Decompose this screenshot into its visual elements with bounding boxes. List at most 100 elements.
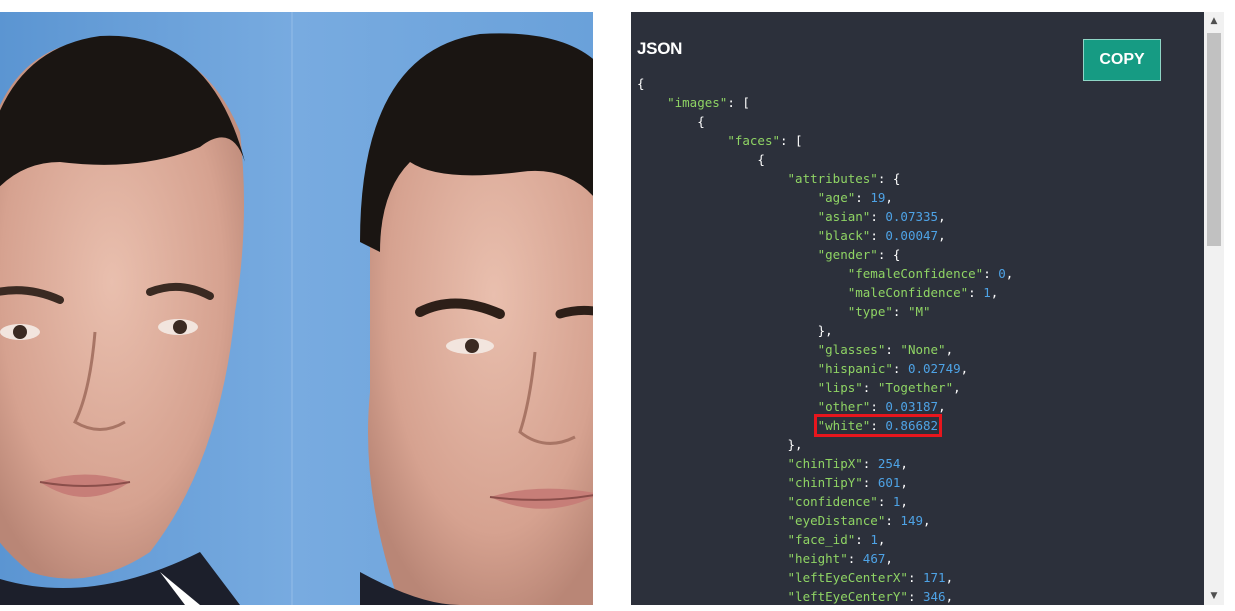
json-key: "chinTipX": [787, 456, 863, 471]
json-punctuation: {: [637, 76, 645, 91]
highlighted-white-value: "white": 0.86682: [813, 414, 943, 437]
json-punctuation: :: [870, 418, 886, 433]
json-key: "hispanic": [817, 361, 893, 376]
json-code-line: "images": [: [637, 93, 1013, 112]
json-code-line: "eyeDistance": 149,: [637, 511, 1013, 530]
json-key: "age": [817, 190, 856, 205]
json-value: 0: [998, 266, 1006, 281]
json-value: 149: [900, 513, 923, 528]
json-code-line: "maleConfidence": 1,: [637, 283, 1013, 302]
json-code-line: "black": 0.00047,: [637, 226, 1013, 245]
json-code-line: {: [637, 74, 1013, 93]
json-punctuation: : {: [877, 247, 901, 262]
json-punctuation: :: [870, 228, 886, 243]
copy-button[interactable]: COPY: [1083, 39, 1161, 81]
json-key: "leftEyeCenterY": [787, 589, 908, 604]
json-punctuation: :: [862, 380, 878, 395]
json-punctuation: :: [877, 494, 893, 509]
json-value: 254: [877, 456, 901, 471]
json-punctuation: : [: [780, 133, 803, 148]
scroll-thumb[interactable]: [1207, 33, 1221, 246]
json-punctuation: ,: [885, 551, 893, 566]
json-key: "gender": [817, 247, 878, 262]
json-key: "eyeDistance": [787, 513, 886, 528]
json-value: 601: [877, 475, 901, 490]
json-punctuation: ,: [945, 589, 954, 604]
json-punctuation: ,: [990, 285, 999, 300]
face-photo: [0, 12, 593, 605]
json-viewer-panel: JSON COPY { "images": [ { "faces": [ { "…: [631, 12, 1204, 605]
json-code-line: "chinTipX": 254,: [637, 454, 1013, 473]
json-value: 0.02749: [907, 361, 961, 376]
right-face: [360, 33, 593, 605]
json-code-line: },: [637, 435, 1013, 454]
json-punctuation: ,: [1005, 266, 1014, 281]
json-punctuation: :: [862, 475, 878, 490]
json-punctuation: {: [697, 114, 705, 129]
json-code-line: {: [637, 150, 1013, 169]
json-punctuation: :: [855, 532, 871, 547]
json-code-line: "chinTipY": 601,: [637, 473, 1013, 492]
json-code-line: "glasses": "None",: [637, 340, 1013, 359]
scroll-up-arrow-icon[interactable]: ▲: [1204, 12, 1224, 30]
json-punctuation: ,: [938, 399, 946, 414]
json-code-line: "faces": [: [637, 131, 1013, 150]
json-code-line: "confidence": 1,: [637, 492, 1013, 511]
scroll-down-arrow-icon[interactable]: ▼: [1204, 587, 1224, 605]
json-value: 0.03187: [885, 399, 939, 414]
json-value: 171: [923, 570, 946, 585]
json-punctuation: },: [817, 323, 833, 338]
json-punctuation: ,: [877, 532, 886, 547]
json-code-line: "height": 467,: [637, 549, 1013, 568]
json-key: "white": [817, 418, 871, 433]
json-punctuation: {: [757, 152, 765, 167]
json-punctuation: :: [847, 551, 863, 566]
json-punctuation: :: [892, 361, 908, 376]
json-punctuation: :: [855, 190, 871, 205]
json-punctuation: :: [907, 570, 923, 585]
json-value: "M": [907, 304, 931, 319]
json-punctuation: :: [885, 513, 901, 528]
json-punctuation: :: [968, 285, 984, 300]
json-punctuation: ,: [923, 513, 931, 528]
json-key: "height": [787, 551, 848, 566]
json-punctuation: : [: [727, 95, 750, 110]
json-punctuation: :: [983, 266, 999, 281]
json-punctuation: ,: [945, 342, 954, 357]
json-key: "black": [817, 228, 871, 243]
json-code-block: { "images": [ { "faces": [ { "attributes…: [637, 74, 1013, 605]
json-key: "asian": [817, 209, 871, 224]
json-value: "Together": [877, 380, 954, 395]
json-code-line: {: [637, 112, 1013, 131]
json-value: 1: [870, 532, 878, 547]
json-code-line: "hispanic": 0.02749,: [637, 359, 1013, 378]
json-punctuation: ,: [885, 190, 893, 205]
json-code-line: "leftEyeCenterX": 171,: [637, 568, 1013, 587]
json-value: 1: [983, 285, 991, 300]
json-punctuation: :: [907, 589, 923, 604]
vertical-scrollbar[interactable]: ▲ ▼: [1204, 12, 1224, 605]
json-punctuation: ,: [900, 494, 908, 509]
json-code-line: "femaleConfidence": 0,: [637, 264, 1014, 283]
json-key: "face_id": [787, 532, 856, 547]
json-code-line: "other": 0.03187,: [637, 397, 1013, 416]
json-punctuation: :: [870, 399, 886, 414]
json-key: "images": [667, 95, 728, 110]
json-key: "confidence": [787, 494, 878, 509]
json-code-line: "lips": "Together",: [637, 378, 1013, 397]
json-key: "leftEyeCenterX": [787, 570, 908, 585]
json-value: "None": [900, 342, 946, 357]
json-punctuation: ,: [960, 361, 969, 376]
json-value: 0.86682: [885, 418, 939, 433]
json-code-line: "age": 19,: [637, 188, 1013, 207]
json-punctuation: ,: [953, 380, 961, 395]
json-punctuation: ,: [900, 456, 908, 471]
json-punctuation: ,: [945, 570, 954, 585]
json-code-line: "face_id": 1,: [637, 530, 1013, 549]
json-punctuation: :: [870, 209, 886, 224]
json-code-line: },: [637, 321, 1013, 340]
json-value: 0.00047: [885, 228, 939, 243]
json-key: "faces": [727, 133, 780, 148]
json-key: "other": [817, 399, 871, 414]
json-code-line: "attributes": {: [637, 169, 1013, 188]
